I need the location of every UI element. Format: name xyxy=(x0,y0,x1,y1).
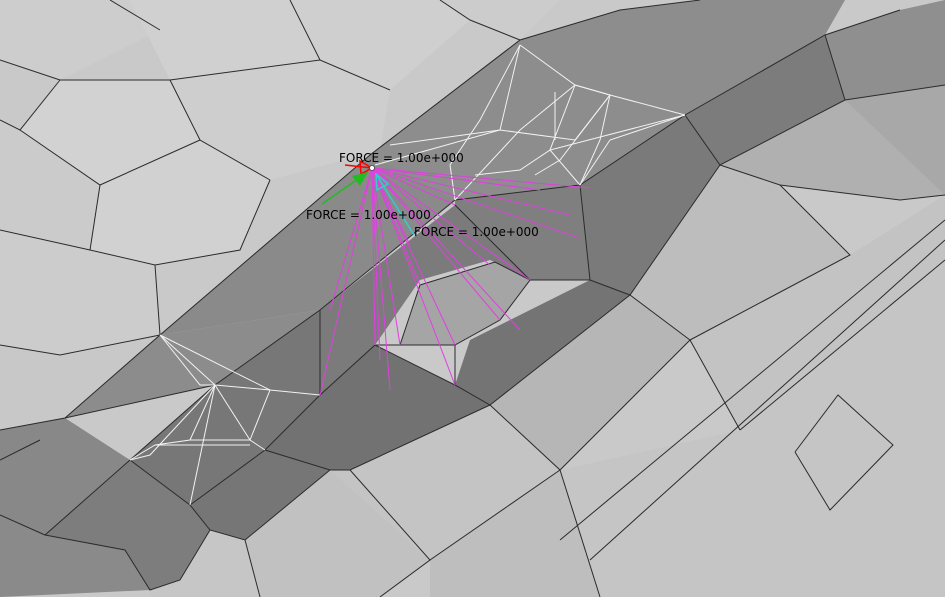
fe-mesh-viewport[interactable]: FORCE = 1.00e+000 FORCE = 1.00e+000 FORC… xyxy=(0,0,945,597)
load-node[interactable] xyxy=(369,165,375,171)
force-label-x: FORCE = 1.00e+000 xyxy=(339,151,464,165)
force-label-z: FORCE = 1.00e+000 xyxy=(414,225,539,239)
force-label-y: FORCE = 1.00e+000 xyxy=(306,208,431,222)
mesh-canvas: FORCE = 1.00e+000 FORCE = 1.00e+000 FORC… xyxy=(0,0,945,597)
